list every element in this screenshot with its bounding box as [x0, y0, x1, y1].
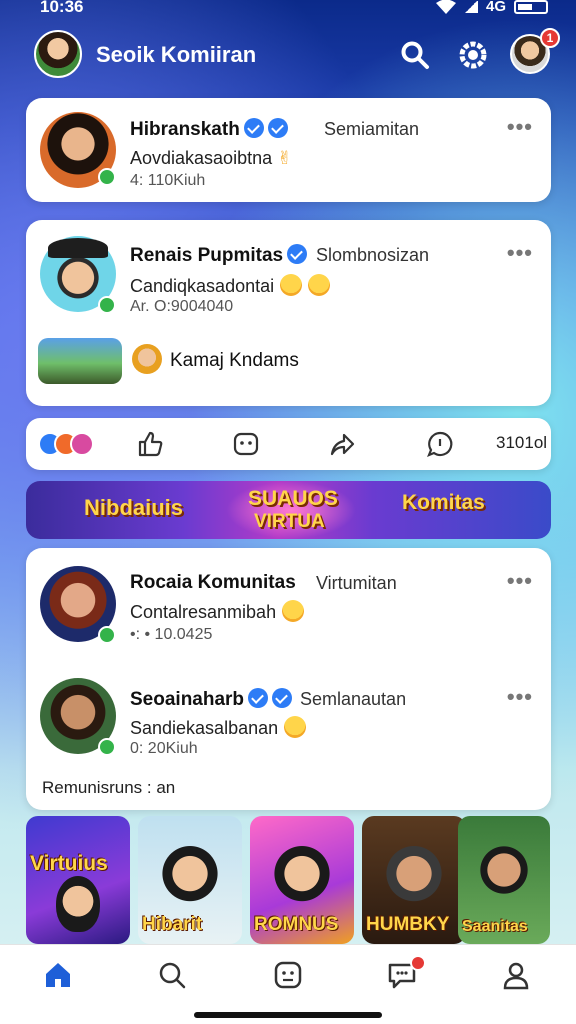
comment-icon[interactable]: [426, 430, 454, 458]
thumbnail-strip: Virtuius Hibarit ROMNUS HUMBKY Saanitas: [26, 816, 556, 946]
post-card[interactable]: Hibranskath Semiamitan Aovdiakasaoibtna …: [26, 98, 551, 202]
emoji-icon: [282, 600, 305, 622]
home-icon[interactable]: [40, 957, 76, 993]
thumbnail-label: Hibarit: [142, 914, 203, 935]
search-icon[interactable]: [398, 38, 432, 72]
shared-label[interactable]: Kamaj Kndams: [170, 350, 299, 372]
post-author[interactable]: Rocaia Komunitas: [130, 572, 296, 594]
thumbnail[interactable]: HUMBKY: [362, 816, 466, 944]
post-text: Sandiekasalbanan: [130, 716, 307, 739]
like-icon[interactable]: [136, 430, 164, 458]
thumbnail[interactable]: Saanitas: [458, 816, 550, 944]
app-header: Seoik Komiiran 1: [0, 28, 576, 88]
post-meta: 0: 20Kiuh: [130, 740, 198, 757]
hat-decoration: [48, 238, 108, 258]
share-icon[interactable]: [328, 430, 356, 458]
thumbnail[interactable]: Virtuius: [26, 816, 130, 944]
comment-count: 3101ol: [496, 433, 548, 452]
app-title: Seoik Komiiran: [96, 42, 257, 67]
post-meta: •: • 10.0425: [130, 626, 213, 643]
post-meta: 4: 110Kiuh: [130, 172, 206, 189]
post-author[interactable]: Renais Pupmitas: [130, 244, 308, 267]
thumbnail-face: [160, 834, 220, 906]
feed-icon[interactable]: [270, 957, 306, 993]
verified-icon: [248, 688, 269, 708]
more-options-icon[interactable]: •••: [507, 240, 533, 266]
thumbnail[interactable]: Hibarit: [138, 816, 242, 944]
status-time: 10:36: [40, 0, 84, 16]
post-author-name: Renais Pupmitas: [130, 245, 284, 266]
settings-icon[interactable]: [456, 38, 490, 72]
post-meta: Ar. O:9004040: [130, 298, 234, 315]
thumbnail-label: Virtuius: [30, 852, 108, 875]
wifi-icon: [435, 0, 456, 14]
home-indicator[interactable]: [194, 1012, 382, 1018]
messages-badge: [410, 955, 426, 971]
shared-image[interactable]: [38, 338, 122, 384]
online-badge: [98, 738, 116, 756]
community-banner[interactable]: Nibdaiuis SUAUOS VIRTUA Komitas: [26, 481, 551, 539]
post-author[interactable]: Hibranskath: [130, 118, 288, 141]
profile-icon[interactable]: [498, 957, 534, 993]
emoji-icon: [284, 716, 307, 738]
emoji-icon: [308, 274, 331, 296]
banner-center-bottom: VIRTUA: [254, 511, 325, 532]
online-badge: [98, 296, 116, 314]
more-options-icon[interactable]: •••: [507, 568, 533, 594]
more-options-icon[interactable]: •••: [507, 684, 533, 710]
reaction-icons[interactable]: [38, 432, 94, 456]
hand-emoji-icon: ✌: [272, 148, 293, 168]
post-text: Contalresanmibah: [130, 600, 305, 623]
verified-icon: [243, 118, 264, 138]
online-badge: [98, 168, 116, 186]
community-footer[interactable]: Remunisruns : an: [42, 778, 175, 798]
thumbnail-label: HUMBKY: [366, 914, 450, 935]
post-action-bar: 3101ol: [26, 418, 551, 470]
thumbnail-face: [474, 834, 534, 906]
post-author-name: Hibranskath: [130, 119, 240, 140]
post-text: Candiqkasadontai: [130, 274, 331, 297]
care-reaction-icon: [70, 432, 94, 456]
verified-icon: [287, 244, 308, 264]
verified-icon: [267, 118, 288, 138]
more-options-icon[interactable]: •••: [507, 114, 533, 140]
post-subtitle: Semlanautan: [300, 689, 407, 709]
thumbnail-face: [384, 834, 444, 906]
post-subtitle: Virtumitan: [316, 573, 397, 593]
shared-avatar[interactable]: [132, 344, 162, 374]
online-badge: [98, 626, 116, 644]
emoji-icon: [280, 274, 303, 296]
battery-icon: [514, 0, 548, 14]
emoji-reaction-icon[interactable]: [232, 430, 260, 458]
post-text: Aovdiakasaoibtna ✌: [130, 148, 293, 168]
thumbnail-label: Saanitas: [462, 918, 528, 935]
bottom-nav: [0, 944, 576, 1024]
profile-avatar[interactable]: [34, 30, 82, 78]
post-card[interactable]: Rocaia Komunitas Virtumitan Contalresanm…: [26, 548, 551, 810]
thumbnail[interactable]: ROMNUS: [250, 816, 354, 944]
banner-right-text: Komitas: [402, 491, 485, 514]
thumbnail-face: [272, 834, 332, 906]
post-author[interactable]: Seoainaharb: [130, 688, 293, 711]
thumbnail-face: [56, 876, 100, 932]
network-label: 4G: [485, 0, 506, 15]
verified-icon: [272, 688, 293, 708]
post-author-name: Seoainaharb: [130, 689, 245, 710]
post-author-name: Rocaia Komunitas: [130, 572, 296, 593]
status-bar: 10:36 4G: [0, 0, 576, 22]
banner-center-top: SUAUOS: [248, 487, 338, 510]
notification-badge: 1: [540, 28, 560, 48]
banner-left-text: Nibdaiuis: [84, 495, 184, 520]
search-nav-icon[interactable]: [154, 957, 190, 993]
post-subtitle: Semiamitan: [324, 119, 420, 139]
signal-icon: [463, 0, 478, 13]
post-subtitle: Slombnosizan: [316, 245, 430, 265]
thumbnail-label: ROMNUS: [254, 914, 339, 935]
status-icons: 4G: [435, 0, 548, 15]
post-card[interactable]: Renais Pupmitas Slombnosizan Candiqkasad…: [26, 220, 551, 406]
